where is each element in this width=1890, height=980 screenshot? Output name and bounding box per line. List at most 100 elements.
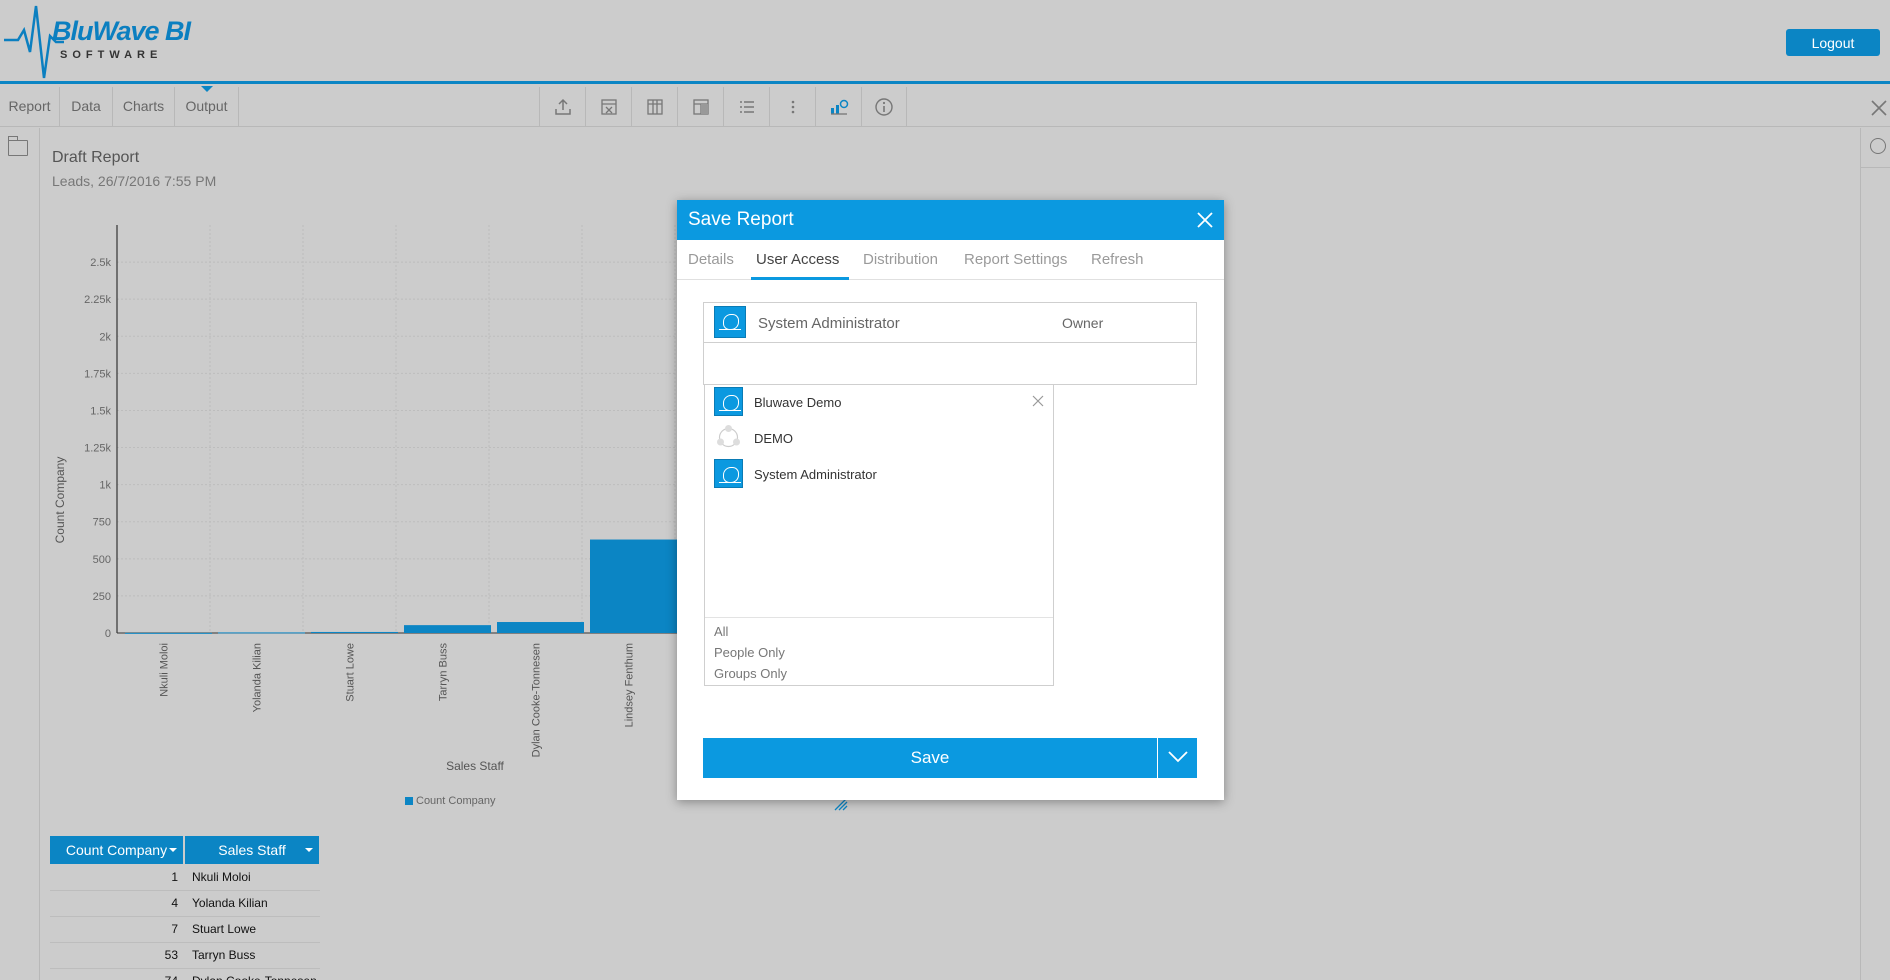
columns-icon[interactable] [631,87,677,126]
report-subtitle: Leads, 26/7/2016 7:55 PM [52,173,217,189]
export-icon[interactable] [539,87,585,126]
nav-tab-report[interactable]: Report [0,87,60,126]
divider [705,617,1053,618]
table-cell-name: Dylan Cooke-Tonnesen [184,968,320,980]
table-cell-name: Tarryn Buss [184,942,320,969]
bar [218,632,305,634]
table-row: 74Dylan Cooke-Tonnesen [50,968,320,980]
brand-logo[interactable]: BluWave BI SOFTWARE [4,2,194,82]
y-tick-label: 2.5k [90,257,111,269]
active-tab-indicator [751,277,849,280]
dialog-title: Save Report [688,209,794,230]
main-toolbar: Report Data Charts Output [0,86,1890,127]
y-tick-label: 1.25k [84,443,111,455]
y-tick-label: 0 [105,628,111,640]
table-cell-count: 4 [50,890,184,917]
tab-details[interactable]: Details [688,251,734,268]
legend-swatch [405,797,413,805]
chart-settings-icon[interactable] [815,87,861,126]
dialog-tabs: Details User Access Distribution Report … [677,240,1224,280]
y-tick-label: 2.25k [84,294,111,306]
report-title: Draft Report [52,149,140,166]
more-vertical-icon[interactable] [769,87,815,126]
bar [404,625,491,633]
data-table: Count Company Sales Staff 1 Nkuli Moloi 4… [50,836,321,980]
bar [311,631,398,633]
x-tick-label: Dylan Cooke-Tonnesen [531,643,543,757]
user-name: DEMO [754,431,793,446]
table-cell-count: 74 [50,968,184,980]
column-header-label: Count Company [65,842,168,858]
x-tick-label: Yolanda Kilian [252,643,264,712]
column-header-label: Sales Staff [218,842,286,858]
dropdown-caret-icon[interactable] [169,848,177,852]
table-cell-name: Nkuli Moloi [184,864,320,891]
x-axis-label: Sales Staff [446,759,504,773]
dialog-header: Save Report [677,200,1224,240]
list-item-demo[interactable]: DEMO [714,423,1044,453]
close-icon[interactable] [1195,210,1215,230]
user-name: Bluwave Demo [754,395,842,410]
left-panel-rail [0,128,40,980]
y-tick-label: 1.5k [90,405,111,417]
search-icon[interactable] [1870,138,1886,154]
column-header-count-company[interactable]: Count Company [50,836,185,864]
group-icon [717,425,740,448]
y-tick-label: 2k [99,331,111,343]
info-icon[interactable] [861,87,907,126]
bar [497,622,584,633]
excel-icon[interactable] [585,87,631,126]
dropdown-caret-icon[interactable] [305,848,313,852]
user-search-input[interactable] [704,344,1196,384]
table-cell-count: 53 [50,942,184,969]
user-avatar-icon [714,306,746,338]
folder-icon[interactable] [8,136,28,156]
nav-tab-output[interactable]: Output [175,86,239,126]
filter-people-only[interactable]: People Only [714,645,785,660]
right-panel-tab[interactable] [1860,128,1890,168]
y-tick-label: 750 [93,517,111,529]
list-item-system-administrator[interactable]: System Administrator [714,459,1044,489]
y-tick-label: 1k [99,480,111,492]
table-cell-name: Yolanda Kilian [184,890,320,917]
save-options-dropdown[interactable] [1158,738,1197,778]
nav-tab-charts[interactable]: Charts [113,87,175,126]
y-axis-label: Count Company [53,457,67,544]
save-report-dialog: Save Report Details User Access Distribu… [677,200,1224,800]
column-header-sales-staff[interactable]: Sales Staff [184,836,321,864]
nav-tab-data[interactable]: Data [60,87,113,126]
tab-refresh[interactable]: Refresh [1091,251,1144,268]
close-report-icon[interactable] [1868,97,1890,125]
x-tick-label: Stuart Lowe [345,643,357,702]
legend-label: Count Company [416,795,496,807]
filter-all[interactable]: All [714,624,728,639]
tab-distribution[interactable]: Distribution [863,251,938,268]
list-item-bluwave-demo[interactable]: Bluwave Demo [714,387,1044,417]
x-tick-label: Nkuli Moloi [159,643,171,697]
table-cell-count: 7 [50,916,184,943]
chevron-down-icon [1168,751,1188,763]
user-name: System Administrator [754,467,877,482]
table-row: 4 Yolanda Kilian [50,890,320,917]
filter-groups-only[interactable]: Groups Only [714,666,787,681]
owner-role: Owner [1062,315,1104,331]
save-button[interactable]: Save [703,738,1157,778]
bar [590,539,677,633]
brand-subtitle: SOFTWARE [60,49,163,61]
remove-icon[interactable] [1032,395,1044,407]
brand-name: BluWave BI [52,16,191,46]
chart-legend: Count Company [405,795,496,807]
user-avatar-icon [714,459,743,488]
tab-report-settings[interactable]: Report Settings [964,251,1067,268]
access-panel: System Administrator Owner [703,302,1197,385]
section-icon[interactable] [677,87,723,126]
app-header: BluWave BI SOFTWARE Logout [0,0,1890,84]
bar-chart: 0 250 500 750 1k 1.25k 1.5k 1.75k 2k 2.25k 2.5k Nku… [53,225,680,773]
table-row: 53 Tarryn Buss [50,942,320,969]
table-cell-count: 1 [50,864,184,891]
logout-button[interactable]: Logout [1786,29,1880,56]
list-icon[interactable] [723,87,769,126]
y-tick-label: 250 [93,591,111,603]
tab-user-access[interactable]: User Access [756,251,839,268]
user-suggestion-list: Bluwave Demo DEMO System Administrator A… [704,385,1054,686]
